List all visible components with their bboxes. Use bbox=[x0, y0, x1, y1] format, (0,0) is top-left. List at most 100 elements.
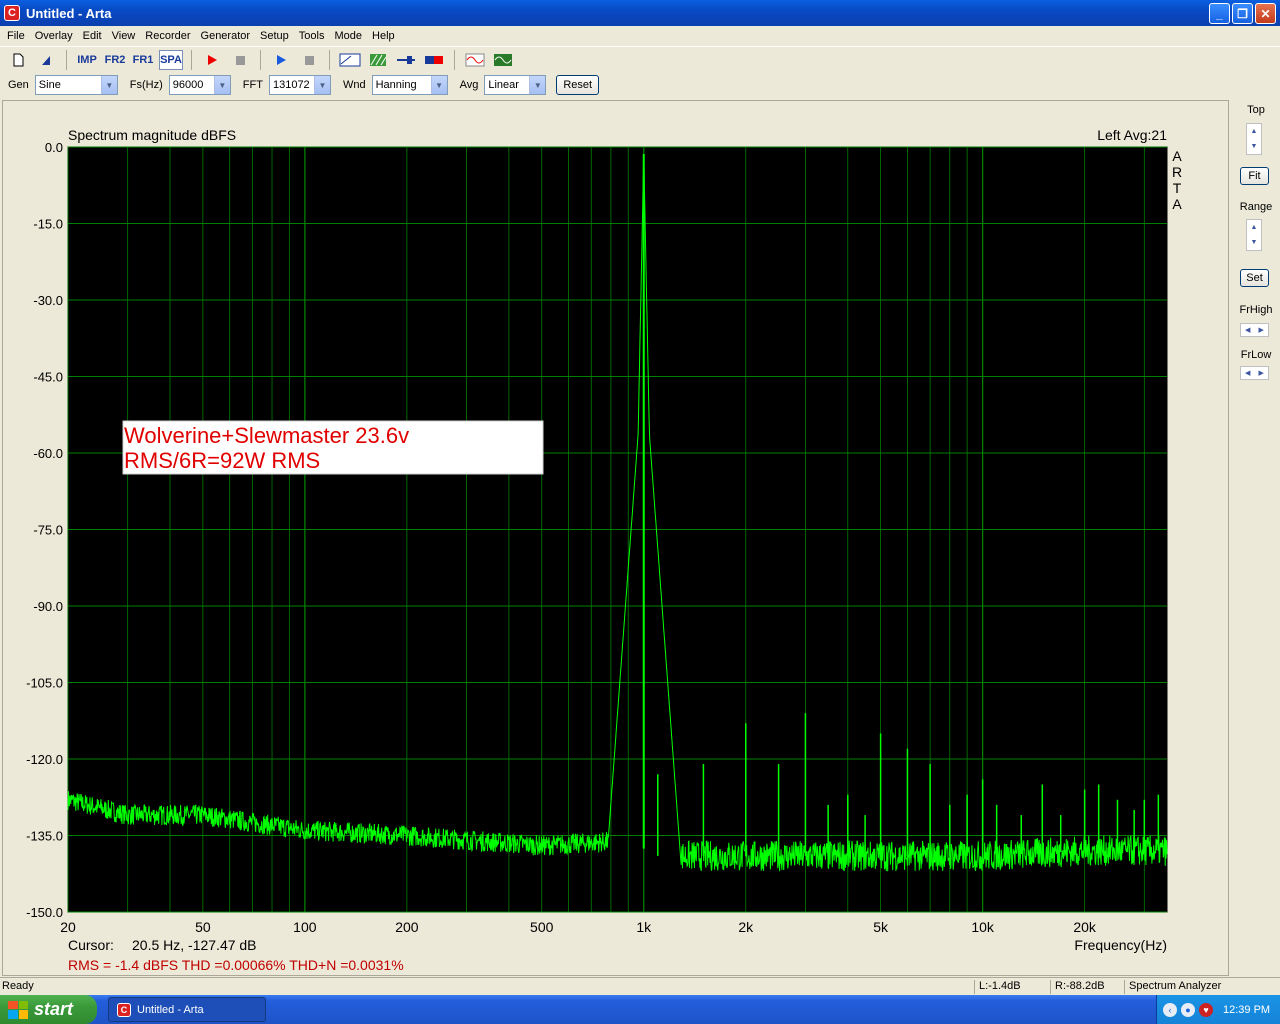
chevron-down-icon[interactable]: ▼ bbox=[313, 76, 330, 94]
stop-icon[interactable] bbox=[297, 50, 321, 70]
play-icon[interactable] bbox=[269, 50, 293, 70]
frlow-spinner[interactable]: ◀ ▶ bbox=[1240, 366, 1269, 380]
menu-generator[interactable]: Generator bbox=[196, 30, 256, 42]
frhigh-spinner[interactable]: ◀ ▶ bbox=[1240, 323, 1269, 337]
window-title: Untitled - Arta bbox=[26, 5, 112, 21]
top-spinner[interactable]: ▲ ▼ bbox=[1246, 123, 1262, 155]
range-spinner[interactable]: ▲ ▼ bbox=[1246, 219, 1262, 251]
y-tick-label: -15.0 bbox=[33, 217, 63, 232]
spin-down-icon[interactable]: ▼ bbox=[1251, 143, 1258, 150]
maximize-button[interactable]: ❐ bbox=[1232, 3, 1253, 24]
fft-select[interactable]: 131072 ▼ bbox=[268, 75, 331, 95]
toolbar-separator bbox=[329, 49, 330, 70]
record-stop-icon[interactable] bbox=[228, 50, 252, 70]
y-tick-label: -60.0 bbox=[33, 446, 63, 461]
minimize-button[interactable]: _ bbox=[1209, 3, 1230, 24]
arta-app-icon[interactable]: C bbox=[4, 5, 20, 21]
x-tick-label: 20k bbox=[1073, 919, 1097, 935]
status-text: Ready bbox=[2, 980, 34, 992]
menu-file[interactable]: File bbox=[2, 30, 30, 42]
toolbar-separator bbox=[454, 49, 455, 70]
menu-edit[interactable]: Edit bbox=[78, 30, 107, 42]
record-play-icon[interactable] bbox=[200, 50, 224, 70]
menu-mode[interactable]: Mode bbox=[329, 30, 367, 42]
fr2-mode-button[interactable]: FR2 bbox=[103, 50, 127, 70]
scope-wave-icon[interactable] bbox=[491, 50, 515, 70]
level-meter-icon[interactable] bbox=[422, 50, 446, 70]
fft-select-value: 131072 bbox=[272, 79, 310, 91]
arta-vertical-letter: R bbox=[1172, 164, 1182, 180]
x-tick-label: 20 bbox=[60, 919, 76, 935]
range-label: Range bbox=[1239, 201, 1273, 213]
reset-button[interactable]: Reset bbox=[556, 75, 600, 95]
spa-mode-button[interactable]: SPA bbox=[159, 49, 183, 70]
taskbar-item-arta[interactable]: C Untitled - Arta bbox=[108, 997, 266, 1022]
y-tick-label: -105.0 bbox=[26, 676, 63, 691]
y-tick-label: -135.0 bbox=[26, 829, 63, 844]
y-tick-label: -30.0 bbox=[33, 293, 63, 308]
spin-up-icon[interactable]: ▲ bbox=[1251, 128, 1258, 135]
spin-right-icon[interactable]: ▶ bbox=[1259, 326, 1264, 334]
chevron-down-icon[interactable]: ▼ bbox=[100, 76, 117, 94]
open-arrow-icon[interactable] bbox=[34, 50, 58, 70]
close-button[interactable]: ✕ bbox=[1255, 3, 1276, 24]
tray-expand-icon[interactable]: ‹ bbox=[1163, 1002, 1177, 1017]
spin-down-icon[interactable]: ▼ bbox=[1251, 239, 1258, 246]
menu-view[interactable]: View bbox=[107, 30, 141, 42]
main-toolbar: IMP FR2 FR1 SPA bbox=[0, 46, 1280, 72]
title-bar: C Untitled - Arta _ ❐ ✕ bbox=[0, 0, 1280, 26]
status-mode: Spectrum Analyzer bbox=[1124, 980, 1274, 994]
menu-help[interactable]: Help bbox=[367, 30, 400, 42]
imp-mode-button[interactable]: IMP bbox=[75, 50, 99, 70]
window-select[interactable]: Hanning ▼ bbox=[371, 75, 448, 95]
frhigh-label: FrHigh bbox=[1239, 304, 1273, 316]
spin-up-icon[interactable]: ▲ bbox=[1251, 224, 1258, 231]
sine-wave-icon[interactable] bbox=[463, 50, 487, 70]
spin-right-icon[interactable]: ▶ bbox=[1259, 369, 1264, 377]
clock[interactable]: 12:39 PM bbox=[1223, 1004, 1270, 1016]
menu-recorder[interactable]: Recorder bbox=[140, 30, 195, 42]
spectrum-chart[interactable]: 0.0 -15.0 -30.0 -45.0 -60.0 -75.0 -90.0 -105.0 -… bbox=[3, 101, 1230, 977]
chevron-down-icon[interactable]: ▼ bbox=[529, 76, 546, 94]
new-file-icon[interactable] bbox=[6, 50, 30, 70]
annotation-line-2: RMS/6R=92W RMS bbox=[124, 448, 320, 473]
gen-select[interactable]: Sine ▼ bbox=[34, 75, 118, 95]
slider-icon[interactable] bbox=[394, 50, 418, 70]
fr1-mode-button[interactable]: FR1 bbox=[131, 50, 155, 70]
hatch-icon[interactable] bbox=[366, 50, 390, 70]
x-tick-label: 200 bbox=[395, 919, 419, 935]
abc-scale-icon[interactable] bbox=[338, 50, 362, 70]
arta-vertical-letter: A bbox=[1172, 148, 1182, 164]
set-button[interactable]: Set bbox=[1240, 269, 1269, 287]
y-tick-label: -75.0 bbox=[33, 523, 63, 538]
spin-left-icon[interactable]: ◀ bbox=[1245, 369, 1250, 377]
chevron-down-icon[interactable]: ▼ bbox=[213, 76, 230, 94]
fs-select[interactable]: 96000 ▼ bbox=[168, 75, 231, 95]
y-tick-label: -120.0 bbox=[26, 752, 63, 767]
window-select-value: Hanning bbox=[375, 79, 417, 91]
fft-label: FFT bbox=[242, 79, 263, 91]
wnd-label: Wnd bbox=[342, 79, 366, 91]
x-tick-label: 10k bbox=[971, 919, 995, 935]
status-right-level: R:-88.2dB bbox=[1050, 980, 1122, 994]
x-tick-label: 2k bbox=[738, 919, 754, 935]
annotation-line-1: Wolverine+Slewmaster 23.6v bbox=[124, 423, 409, 448]
spin-left-icon[interactable]: ◀ bbox=[1245, 326, 1250, 334]
taskbar: start C Untitled - Arta ‹ ● ♥ 12:39 PM bbox=[0, 995, 1280, 1024]
shield-icon[interactable]: ♥ bbox=[1199, 1002, 1213, 1017]
avg-select[interactable]: Linear ▼ bbox=[484, 75, 547, 95]
network-icon[interactable]: ● bbox=[1181, 1002, 1195, 1017]
y-tick-label: 0.0 bbox=[45, 140, 63, 155]
y-tick-label: -45.0 bbox=[33, 370, 63, 385]
menu-overlay[interactable]: Overlay bbox=[30, 30, 78, 42]
spectrum-plot-panel: 0.0 -15.0 -30.0 -45.0 -60.0 -75.0 -90.0 -105.0 -… bbox=[2, 100, 1229, 976]
fit-button[interactable]: Fit bbox=[1240, 167, 1269, 185]
arta-vertical-letter: T bbox=[1173, 180, 1182, 196]
cursor-value: 20.5 Hz, -127.47 dB bbox=[132, 937, 257, 953]
menu-tools[interactable]: Tools bbox=[294, 30, 330, 42]
system-tray: ‹ ● ♥ 12:39 PM bbox=[1156, 995, 1280, 1024]
menu-setup[interactable]: Setup bbox=[255, 30, 294, 42]
gen-select-value: Sine bbox=[38, 79, 61, 91]
start-button[interactable]: start bbox=[0, 995, 97, 1024]
chevron-down-icon[interactable]: ▼ bbox=[430, 76, 447, 94]
